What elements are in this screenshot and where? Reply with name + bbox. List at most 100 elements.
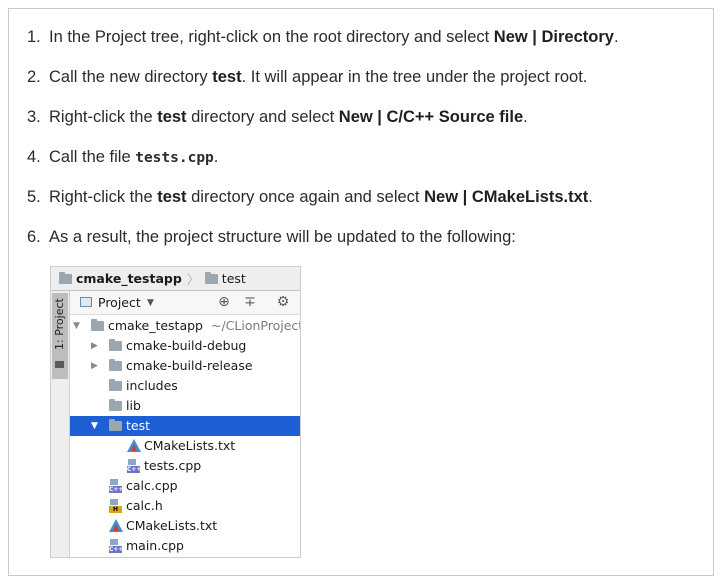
step-emphasis: test — [212, 68, 242, 86]
step-item: 5. Right-click the test directory once ag… — [27, 186, 593, 208]
collapsed-arrow-icon[interactable]: ▶ — [91, 336, 98, 356]
cpp-file-icon: C++ — [109, 539, 124, 553]
step-text: directory once again and select — [186, 188, 425, 206]
folder-icon — [109, 359, 122, 371]
cmake-file-icon — [109, 519, 123, 532]
tree-item-path-hint: ~/CLionProject — [211, 318, 301, 333]
cpp-file-icon: C++ — [127, 459, 142, 473]
step-number: 4. — [27, 148, 41, 166]
step-number: 2. — [27, 68, 41, 86]
file-icon-top — [110, 539, 118, 545]
folder-icon — [109, 399, 122, 411]
tree-row[interactable]: C++ calc.cpp — [70, 476, 300, 496]
header-file-icon: H — [109, 499, 122, 513]
project-tree: ▼ cmake_testapp ~/CLionProject ▶ cmake-build… — [70, 316, 300, 557]
step-emphasis: test — [157, 108, 187, 126]
folder-icon — [109, 339, 122, 351]
tree-row[interactable]: ▼ test — [70, 416, 300, 436]
step-text: Call the new directory — [49, 68, 213, 86]
step-text: Call the file — [49, 148, 136, 166]
navigation-bar: cmake_testapp 〉 test — [51, 267, 300, 291]
step-text: . — [613, 28, 619, 46]
step-number: 6. — [27, 228, 41, 246]
tree-item-label: main.cpp — [126, 538, 184, 553]
cpp-file-icon: C++ — [109, 479, 124, 493]
folder-icon — [204, 271, 218, 284]
project-view-selector[interactable]: Project — [98, 295, 141, 311]
file-type-badge: H — [109, 506, 122, 513]
step-text: . It will appear in the tree under the p… — [241, 68, 588, 86]
tree-item-label: test — [126, 418, 151, 433]
tree-row[interactable]: ▶ cmake-build-debug — [70, 336, 300, 356]
step-emphasis: New | CMakeLists.txt — [424, 188, 589, 206]
ide-project-panel: cmake_testapp 〉 test 1: Project Project … — [50, 266, 301, 558]
step-text: Right-click the — [49, 188, 158, 206]
tree-row[interactable]: ▼ cmake_testapp ~/CLionProject — [70, 316, 300, 336]
tree-item-label: CMakeLists.txt — [144, 438, 236, 453]
tree-item-label: cmake-build-release — [126, 358, 253, 373]
gear-icon[interactable]: ⚙ — [275, 294, 291, 310]
file-icon-top — [110, 479, 118, 485]
tree-item-label: lib — [126, 398, 141, 413]
folder-icon — [59, 271, 72, 284]
step-emphasis: test — [157, 188, 187, 206]
folder-icon — [109, 379, 122, 391]
tree-item-label: includes — [126, 378, 178, 393]
tree-row[interactable]: Hcalc.h — [70, 496, 300, 516]
instructions-frame: 1. In the Project tree, right-click on th… — [8, 8, 714, 576]
step-item: 6. As a result, the project structure wil… — [27, 226, 516, 248]
expanded-arrow-icon[interactable]: ▼ — [91, 416, 98, 436]
step-code: tests.cpp — [135, 150, 214, 166]
file-type-badge: C++ — [109, 546, 124, 553]
step-number: 3. — [27, 108, 41, 126]
tool-window-strip: 1: Project — [51, 291, 70, 557]
file-type-badge: C++ — [109, 486, 124, 493]
tree-row[interactable]: includes — [70, 376, 300, 396]
step-item: 3. Right-click the test directory and sel… — [27, 106, 528, 128]
folder-icon — [109, 419, 122, 431]
tree-item-label: CMakeLists.txt — [126, 518, 218, 533]
cmake-file-icon — [127, 439, 141, 452]
step-text: directory and select — [186, 108, 339, 126]
folder-icon — [55, 361, 64, 368]
breadcrumb-child[interactable]: test — [204, 271, 246, 286]
tree-row[interactable]: ▶ cmake-build-release — [70, 356, 300, 376]
step-text: . — [213, 148, 219, 166]
tree-row[interactable]: CMakeLists.txt — [70, 516, 300, 536]
target-icon[interactable]: ⊕ — [216, 294, 232, 310]
file-icon-top — [110, 499, 118, 505]
project-tool-tab-label: 1: Project — [53, 298, 66, 350]
tree-item-label: tests.cpp — [144, 458, 202, 473]
tree-row[interactable]: C++ tests.cpp — [70, 456, 300, 476]
step-emphasis: New | Directory — [493, 28, 614, 46]
expanded-arrow-icon[interactable]: ▼ — [73, 316, 80, 336]
folder-icon — [91, 319, 104, 331]
breadcrumb-root[interactable]: cmake_testapp — [59, 271, 182, 286]
step-emphasis: New | C/C++ Source file — [338, 108, 524, 126]
project-toolbar: Project ▼ ⊕ ∓ ⚙ — [70, 291, 300, 315]
tree-item-label: cmake-build-debug — [126, 338, 247, 353]
step-item: 4. Call the file tests.cpp. — [27, 146, 218, 168]
file-icon-top — [128, 459, 136, 465]
collapse-icon[interactable]: ∓ — [242, 294, 258, 310]
tree-row[interactable]: CMakeLists.txt — [70, 436, 300, 456]
chevron-down-icon[interactable]: ▼ — [147, 295, 154, 311]
step-number: 5. — [27, 188, 41, 206]
step-text: . — [523, 108, 528, 126]
step-item: 2. Call the new directory test. It will a… — [27, 66, 587, 88]
breadcrumb-child-label: test — [221, 271, 246, 286]
project-view-icon — [80, 297, 92, 307]
step-text: Right-click the — [49, 108, 158, 126]
collapsed-arrow-icon[interactable]: ▶ — [91, 356, 98, 376]
tree-item-label: calc.h — [126, 498, 163, 513]
tree-item-label: calc.cpp — [126, 478, 178, 493]
step-text: . — [588, 188, 593, 206]
tree-row[interactable]: C++ main.cpp — [70, 536, 300, 556]
step-item: 1. In the Project tree, right-click on th… — [27, 26, 619, 48]
step-number: 1. — [27, 28, 41, 46]
tree-item-label: cmake_testapp — [108, 318, 203, 333]
file-type-badge: C++ — [127, 466, 142, 473]
breadcrumb-root-label: cmake_testapp — [76, 271, 182, 286]
step-text: In the Project tree, right-click on the … — [49, 28, 494, 46]
tree-row[interactable]: lib — [70, 396, 300, 416]
